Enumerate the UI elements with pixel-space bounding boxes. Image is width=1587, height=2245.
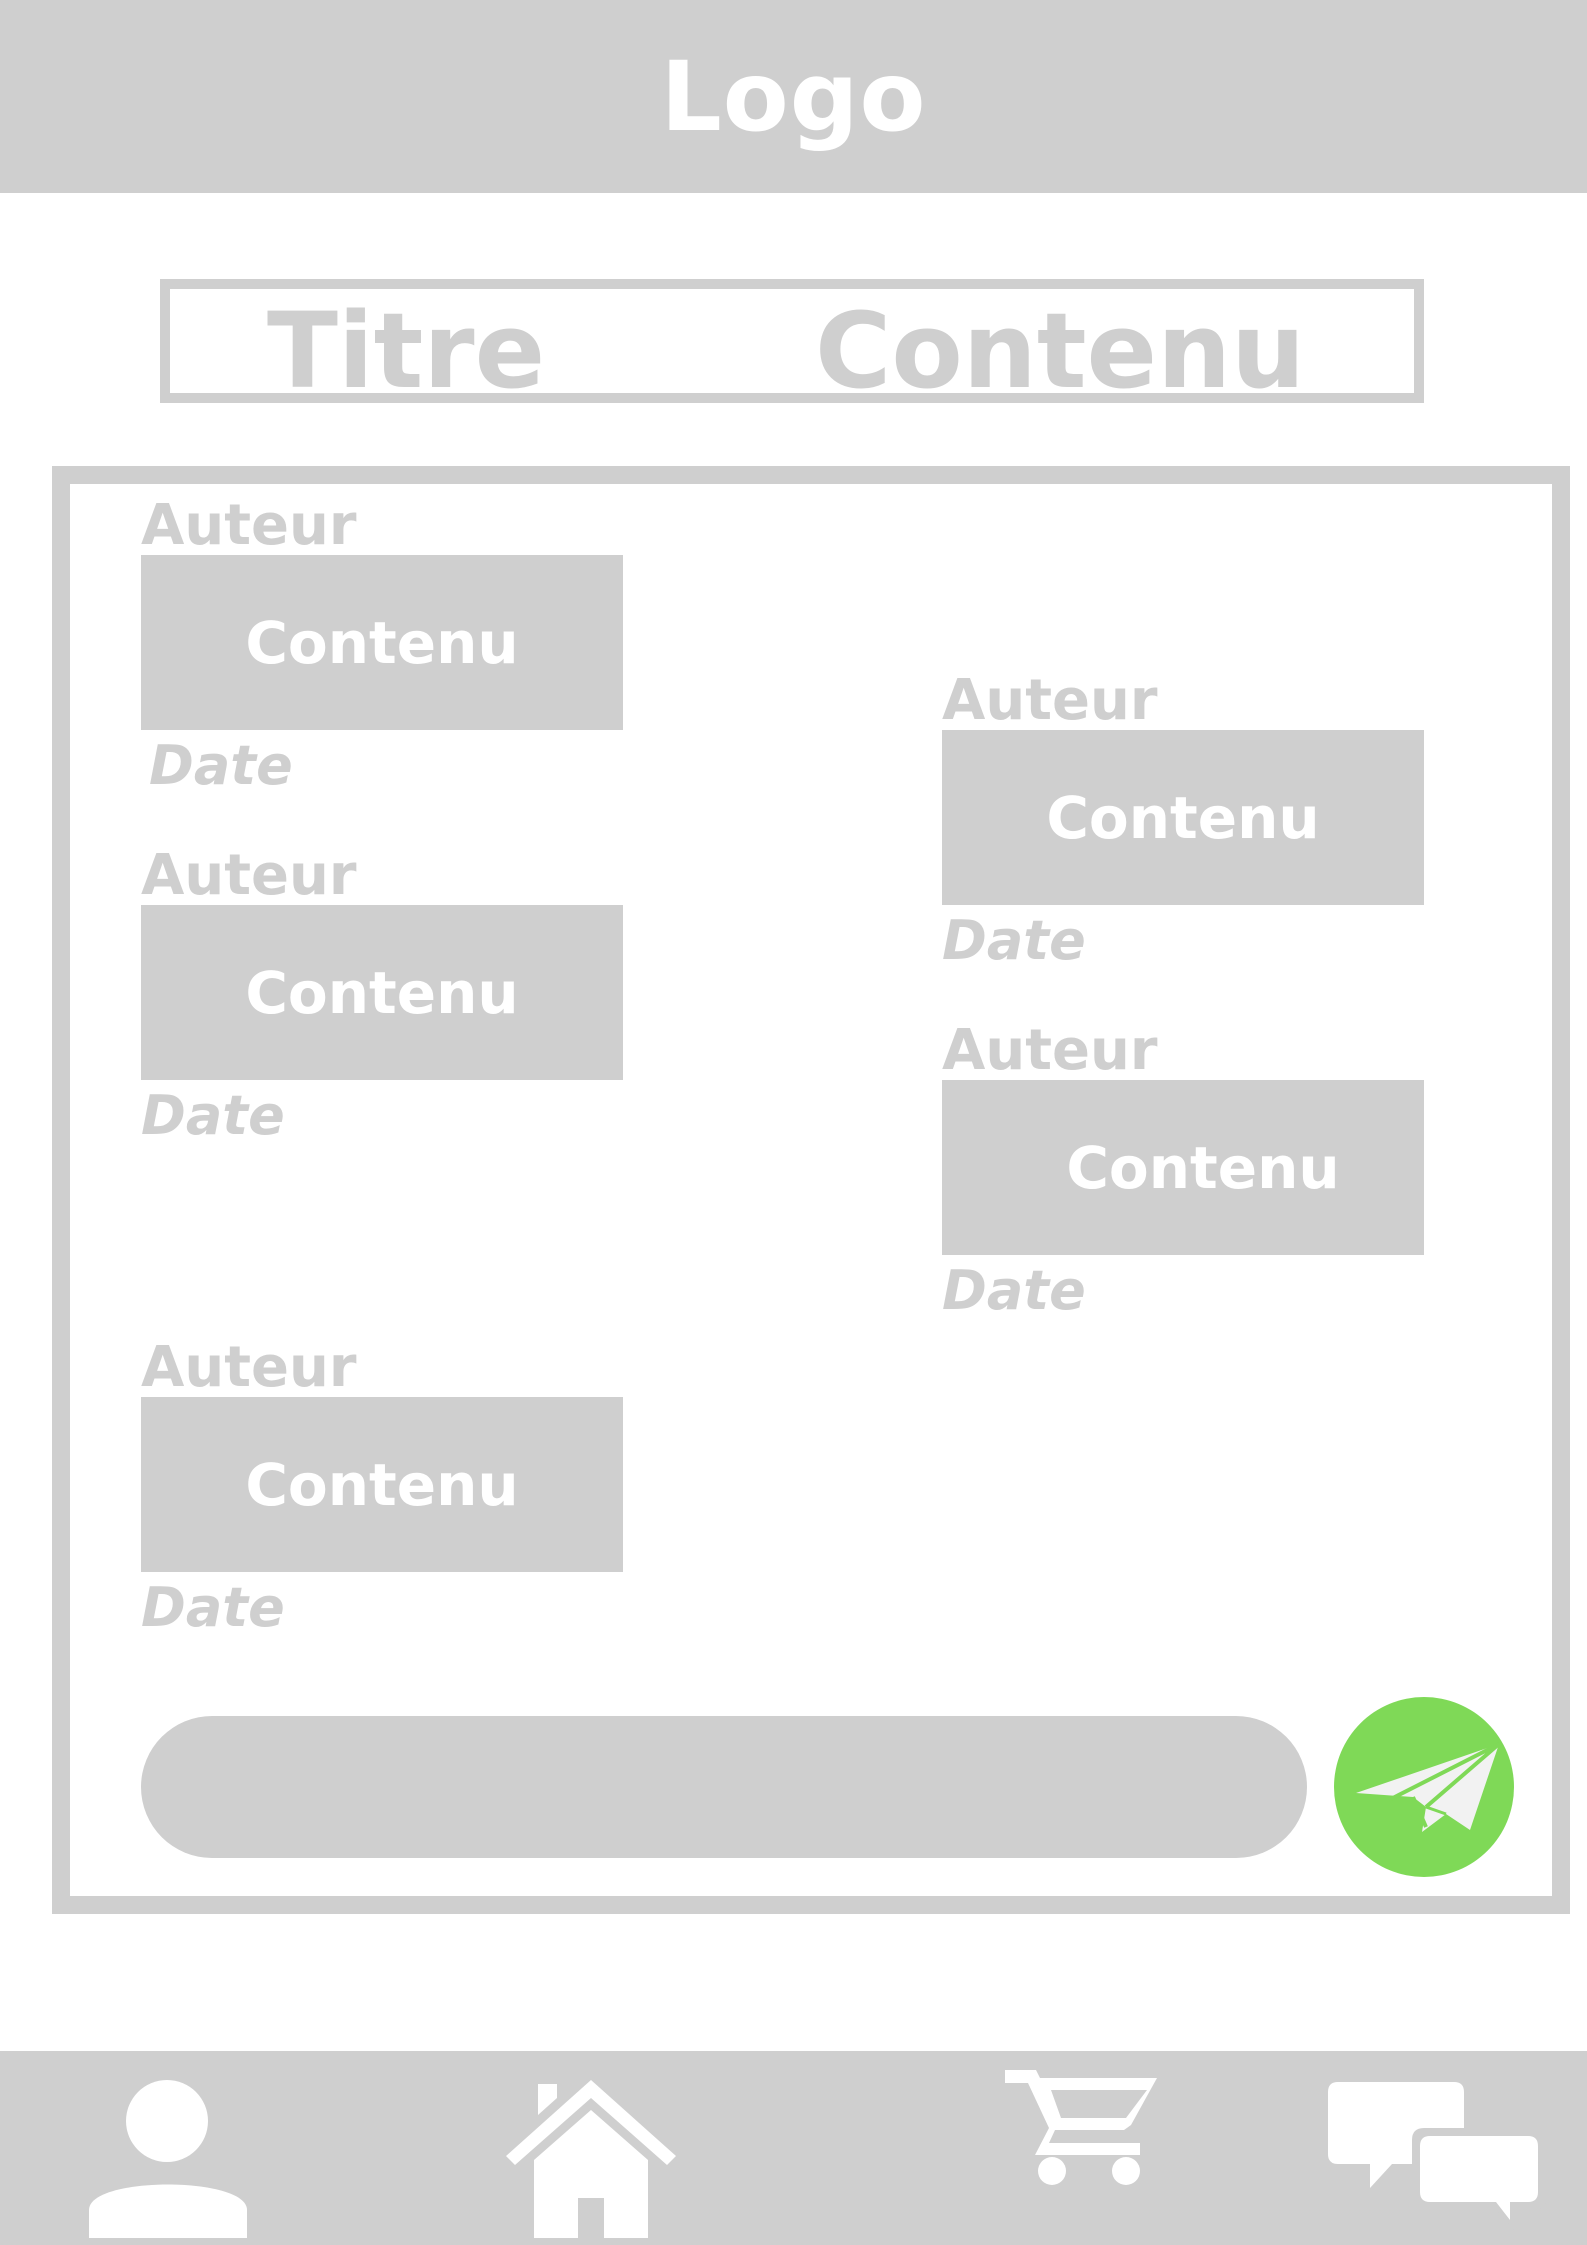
message-bubble: Contenu: [141, 555, 623, 730]
logo: Logo: [660, 40, 927, 153]
conversation-title-bar: Titre Contenu: [160, 279, 1424, 407]
message-author: Auteur: [141, 843, 357, 908]
paper-plane-icon: [1356, 1742, 1501, 1832]
nav-item-cart[interactable]: [982, 2051, 1180, 2245]
message-bubble: Contenu: [141, 905, 623, 1080]
message-author: Auteur: [942, 668, 1158, 733]
user-icon: [89, 2080, 247, 2238]
message-date: Date: [141, 1576, 285, 1639]
message-bubble: Contenu: [942, 730, 1424, 905]
home-icon: [506, 2080, 676, 2238]
message-author: Auteur: [942, 1018, 1158, 1083]
header-bar: Logo: [0, 0, 1587, 193]
message-date: Date: [141, 1084, 285, 1147]
nav-item-profile[interactable]: [60, 2051, 258, 2245]
message-date: Date: [149, 734, 293, 797]
conversation-title: Titre: [267, 290, 546, 412]
conversation-title-content: Contenu: [815, 290, 1306, 412]
message-author: Auteur: [141, 1335, 357, 1400]
message-bubble: Contenu: [141, 1397, 623, 1572]
message-date: Date: [942, 1259, 1086, 1322]
shopping-cart-icon: [1005, 2070, 1157, 2185]
message-date: Date: [942, 909, 1086, 972]
nav-item-messages[interactable]: [1300, 2051, 1560, 2245]
message-bubble: Contenu: [942, 1080, 1424, 1255]
bottom-navigation: [0, 2051, 1587, 2245]
send-button[interactable]: [1334, 1697, 1514, 1877]
message-input[interactable]: [141, 1716, 1307, 1858]
nav-item-home[interactable]: [492, 2051, 690, 2245]
message-author: Auteur: [141, 493, 357, 558]
chat-bubbles-icon: [1328, 2082, 1546, 2232]
